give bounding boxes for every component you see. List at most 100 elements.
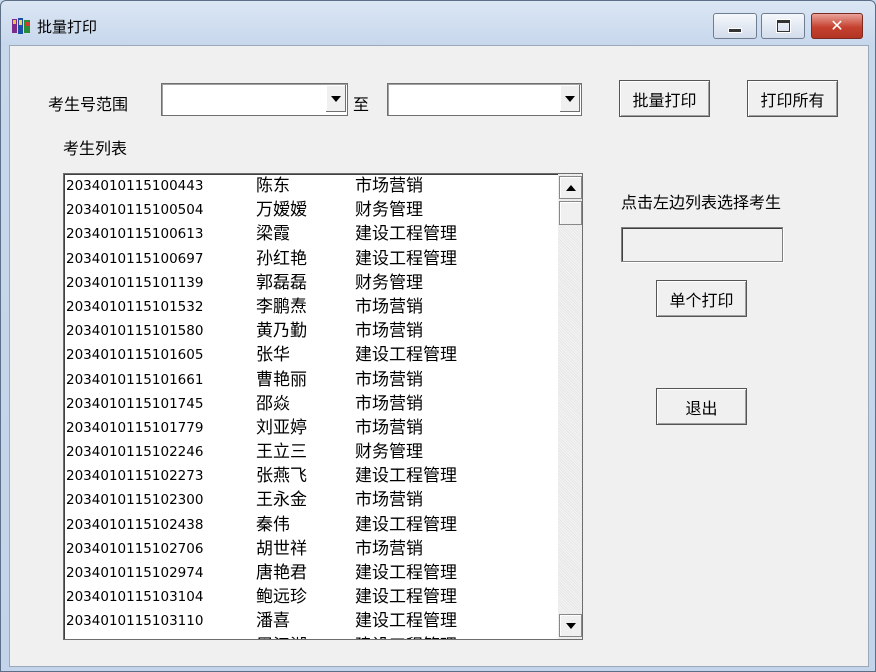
exit-button[interactable]: 退出	[656, 388, 747, 425]
range-label: 考生号范围	[48, 95, 129, 114]
arrow-down-icon	[565, 622, 576, 629]
student-name: 胡世祥	[256, 538, 307, 559]
student-list-rows: 2034010115100443 陈东 市场营销 2034010115100504 万嫒…	[66, 175, 556, 639]
list-item[interactable]: 2034010115100697 孙红艳 建设工程管理	[66, 248, 556, 272]
student-major: 市场营销	[355, 321, 423, 342]
list-item[interactable]: 2034010115102706 胡世祥 市场营销	[66, 538, 556, 562]
student-major: 建设工程管理	[355, 514, 457, 535]
single-print-button[interactable]: 单个打印	[656, 280, 747, 317]
minimize-icon	[728, 27, 742, 33]
list-scrollbar[interactable]	[558, 174, 582, 639]
list-item[interactable]: 2034010115102438 秦伟 建设工程管理	[66, 514, 556, 538]
student-name: 梁霞	[256, 224, 290, 245]
student-name: 张燕飞	[256, 466, 307, 487]
scroll-down-button[interactable]	[559, 614, 582, 637]
list-item[interactable]: 2034010115102273 张燕飞 建设工程管理	[66, 465, 556, 489]
close-icon: ✕	[830, 16, 844, 35]
list-item[interactable]: 2034010115100613 梁霞 建设工程管理	[66, 223, 556, 247]
student-name: 潘喜	[256, 611, 290, 632]
student-major: 建设工程管理	[355, 635, 457, 639]
student-id: 2034010115103367	[66, 635, 203, 639]
student-major: 建设工程管理	[355, 587, 457, 608]
range-from-select[interactable]	[161, 83, 348, 116]
list-item[interactable]: 2034010115101661 曹艳丽 市场营销	[66, 369, 556, 393]
student-id: 2034010115101779	[66, 419, 204, 436]
student-id: 2034010115101532	[66, 298, 204, 315]
student-major: 市场营销	[355, 538, 423, 559]
student-name: 李鹏焘	[256, 296, 307, 317]
scroll-thumb[interactable]	[559, 201, 582, 225]
list-item[interactable]: 2034010115102246 王立三 财务管理	[66, 441, 556, 465]
maximize-button[interactable]	[761, 13, 805, 39]
student-major: 财务管理	[355, 272, 423, 293]
list-item[interactable]: 2034010115100504 万嫒嫒 财务管理	[66, 199, 556, 223]
list-item[interactable]: 2034010115101745 邵焱 市场营销	[66, 393, 556, 417]
student-name: 陈东	[256, 176, 290, 196]
student-id: 2034010115101605	[66, 347, 204, 364]
list-item[interactable]: 2034010115101779 刘亚婷 市场营销	[66, 417, 556, 441]
range-from-dropdown-button[interactable]	[325, 85, 346, 112]
range-to-select[interactable]	[387, 83, 582, 116]
student-id: 2034010115103110	[66, 613, 204, 630]
student-major: 市场营销	[355, 417, 423, 438]
student-major: 市场营销	[355, 176, 423, 196]
list-item[interactable]: 2034010115101580 黄乃勤 市场营销	[66, 320, 556, 344]
list-item[interactable]: 2034010115101139 郭磊磊 财务管理	[66, 272, 556, 296]
student-name: 刘亚婷	[256, 417, 307, 438]
list-item[interactable]: 2034010115101605 张华 建设工程管理	[66, 344, 556, 368]
app-icon	[12, 18, 30, 34]
batch-print-button[interactable]: 批量打印	[619, 80, 710, 117]
list-item[interactable]: 2034010115100443 陈东 市场营销	[66, 175, 556, 199]
student-major: 财务管理	[355, 442, 423, 463]
window-title: 批量打印	[37, 18, 98, 36]
student-id: 2034010115103104	[66, 589, 204, 606]
student-name: 黄乃勤	[256, 321, 307, 342]
student-name: 鲍远珍	[256, 587, 307, 608]
student-name: 张华	[256, 345, 290, 366]
list-item[interactable]: 2034010115103367 周江湖 建设工程管理	[66, 635, 556, 639]
student-id: 2034010115100443	[66, 178, 204, 194]
chevron-down-icon	[565, 95, 575, 102]
student-major: 建设工程管理	[355, 248, 457, 269]
minimize-button[interactable]	[713, 13, 757, 39]
list-item[interactable]: 2034010115103110 潘喜 建设工程管理	[66, 610, 556, 634]
student-id: 2034010115102438	[66, 516, 204, 533]
student-id: 2034010115102974	[66, 565, 204, 581]
close-button[interactable]: ✕	[811, 13, 863, 39]
student-id: 2034010115101661	[66, 371, 204, 388]
student-id: 2034010115102246	[66, 444, 204, 461]
student-id: 2034010115102706	[66, 540, 204, 557]
title-bar[interactable]: 批量打印 ✕	[1, 1, 875, 45]
chevron-down-icon	[331, 95, 341, 102]
select-hint-label: 点击左边列表选择考生	[621, 193, 782, 212]
list-item[interactable]: 2034010115102974 唐艳君 建设工程管理	[66, 562, 556, 586]
student-id: 2034010115101745	[66, 395, 204, 412]
arrow-up-icon	[565, 184, 576, 191]
selected-student-field[interactable]	[621, 227, 783, 262]
student-major: 建设工程管理	[355, 466, 457, 487]
list-item[interactable]: 2034010115102300 王永金 市场营销	[66, 489, 556, 513]
student-major: 财务管理	[355, 200, 423, 221]
student-major: 市场营销	[355, 393, 423, 414]
maximize-icon	[776, 20, 790, 32]
student-major: 市场营销	[355, 369, 423, 390]
student-name: 邵焱	[256, 393, 290, 414]
student-major: 建设工程管理	[355, 345, 457, 366]
student-major: 建设工程管理	[355, 224, 457, 245]
student-major: 建设工程管理	[355, 563, 457, 583]
student-name: 唐艳君	[256, 563, 307, 583]
scroll-up-button[interactable]	[559, 176, 582, 199]
student-list[interactable]: 2034010115100443 陈东 市场营销 2034010115100504 万嫒…	[63, 173, 583, 640]
student-name: 曹艳丽	[256, 369, 307, 390]
student-list-label: 考生列表	[63, 139, 128, 158]
list-item[interactable]: 2034010115101532 李鹏焘 市场营销	[66, 296, 556, 320]
student-id: 2034010115101580	[66, 323, 204, 340]
student-name: 孙红艳	[256, 248, 307, 269]
range-to-dropdown-button[interactable]	[559, 85, 580, 112]
list-item[interactable]: 2034010115103104 鲍远珍 建设工程管理	[66, 586, 556, 610]
dialog-body: 考生号范围 至 批量打印 打印所有 考生列表 2034010115100443 陈…	[9, 45, 869, 667]
student-id: 2034010115101139	[66, 274, 204, 291]
student-id: 2034010115102273	[66, 468, 204, 485]
student-id: 2034010115100697	[66, 250, 204, 267]
print-all-button[interactable]: 打印所有	[747, 80, 838, 117]
